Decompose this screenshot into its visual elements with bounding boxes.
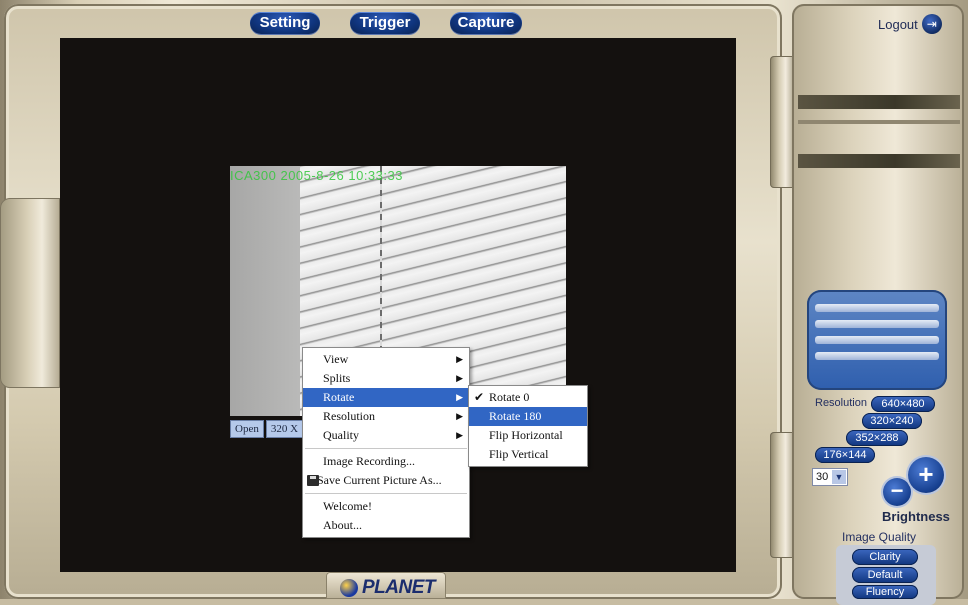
menu-item-label: View bbox=[323, 352, 349, 366]
grille-bar bbox=[815, 304, 939, 312]
menu-item-label: Resolution bbox=[323, 409, 376, 423]
resolution-320x240-button[interactable]: 320×240 bbox=[862, 413, 922, 429]
panel-stripe-thin bbox=[798, 120, 960, 124]
menu-item-about[interactable]: About... bbox=[303, 516, 469, 535]
resolution-label: Resolution bbox=[815, 397, 867, 409]
logout-icon: ⇥ bbox=[921, 14, 942, 34]
submenu-item-rotate-180[interactable]: Rotate 180 bbox=[469, 407, 587, 426]
brightness-decrease-button[interactable]: − bbox=[883, 478, 911, 506]
speaker-grille bbox=[807, 290, 947, 390]
submenu-item-label: Rotate 180 bbox=[489, 409, 542, 423]
grille-bar bbox=[815, 320, 939, 328]
logout-button[interactable]: Logout ⇥ bbox=[878, 14, 942, 34]
menu-item-welcome[interactable]: Welcome! bbox=[303, 497, 469, 516]
menu-item-label: Rotate bbox=[323, 390, 355, 404]
submenu-arrow-icon: ▶ bbox=[456, 354, 463, 364]
menu-item-rotate[interactable]: Rotate ▶ bbox=[303, 388, 469, 407]
menu-item-label: About... bbox=[323, 518, 362, 532]
checkmark-icon: ✔ bbox=[474, 390, 485, 404]
menu-item-splits[interactable]: Splits ▶ bbox=[303, 369, 469, 388]
menu-item-resolution[interactable]: Resolution ▶ bbox=[303, 407, 469, 426]
quality-default-button[interactable]: Default bbox=[852, 567, 918, 583]
chevron-down-icon: ▼ bbox=[832, 470, 846, 484]
context-menu: View ▶ Splits ▶ Rotate ▶ Resolution ▶ Qualit… bbox=[302, 347, 470, 538]
setting-button[interactable]: Setting bbox=[250, 12, 320, 34]
capture-button[interactable]: Capture bbox=[450, 12, 522, 34]
logout-label: Logout bbox=[878, 16, 918, 32]
video-wall bbox=[230, 166, 310, 416]
grille-bar bbox=[815, 336, 939, 344]
image-quality-label: Image Quality bbox=[842, 530, 917, 544]
trigger-button[interactable]: Trigger bbox=[350, 12, 420, 34]
menu-separator bbox=[305, 493, 467, 494]
logo-text: PLANET bbox=[362, 577, 436, 598]
panel-stripe bbox=[798, 154, 960, 168]
submenu-item-label: Flip Horizontal bbox=[489, 428, 563, 442]
panel-stripe bbox=[798, 95, 960, 109]
planet-logo: PLANET bbox=[340, 577, 436, 599]
brightness-increase-button[interactable]: + bbox=[908, 457, 944, 493]
frame-rate-value: 30 bbox=[816, 471, 829, 483]
menu-separator bbox=[305, 448, 467, 449]
menu-item-label: Welcome! bbox=[323, 499, 373, 513]
menu-item-label: Splits bbox=[323, 371, 351, 385]
resolution-640x480-button[interactable]: 640×480 bbox=[871, 396, 935, 412]
menu-item-label: Image Recording... bbox=[323, 454, 415, 468]
planet-globe-icon bbox=[340, 579, 358, 597]
video-timestamp-overlay: ICA300 2005-8-26 10:33:33 bbox=[230, 168, 403, 183]
floppy-disk-icon bbox=[307, 475, 319, 486]
menu-item-label: Quality bbox=[323, 428, 359, 442]
submenu-arrow-icon: ▶ bbox=[456, 411, 463, 421]
menu-item-label: Save Current Picture As... bbox=[317, 473, 442, 487]
submenu-item-rotate-0[interactable]: ✔ Rotate 0 bbox=[469, 388, 587, 407]
left-side-tab bbox=[0, 198, 60, 388]
grille-bar bbox=[815, 352, 939, 360]
resolution-176x144-button[interactable]: 176×144 bbox=[815, 447, 875, 463]
submenu-arrow-icon: ▶ bbox=[456, 373, 463, 383]
menu-item-save-picture[interactable]: Save Current Picture As... bbox=[303, 471, 469, 490]
quality-fluency-button[interactable]: Fluency bbox=[852, 585, 918, 599]
menu-item-quality[interactable]: Quality ▶ bbox=[303, 426, 469, 445]
submenu-arrow-icon: ▶ bbox=[456, 392, 463, 402]
submenu-item-flip-vertical[interactable]: Flip Vertical bbox=[469, 445, 587, 464]
submenu-arrow-icon: ▶ bbox=[456, 430, 463, 440]
menu-item-image-recording[interactable]: Image Recording... bbox=[303, 452, 469, 471]
submenu-item-label: Rotate 0 bbox=[489, 390, 530, 404]
brightness-label: Brightness bbox=[882, 509, 950, 524]
quality-clarity-button[interactable]: Clarity bbox=[852, 549, 918, 565]
video-status-bar: Open 320 X bbox=[230, 420, 304, 438]
resolution-352x288-button[interactable]: 352×288 bbox=[846, 430, 908, 446]
menu-item-view[interactable]: View ▶ bbox=[303, 350, 469, 369]
status-resolution: 320 X bbox=[265, 420, 304, 438]
frame-rate-select[interactable]: 30 ▼ bbox=[812, 468, 848, 486]
rotate-submenu: ✔ Rotate 0 Rotate 180 Flip Horizontal Fli… bbox=[468, 385, 588, 467]
status-open: Open bbox=[230, 420, 264, 438]
submenu-item-flip-horizontal[interactable]: Flip Horizontal bbox=[469, 426, 587, 445]
submenu-item-label: Flip Vertical bbox=[489, 447, 549, 461]
